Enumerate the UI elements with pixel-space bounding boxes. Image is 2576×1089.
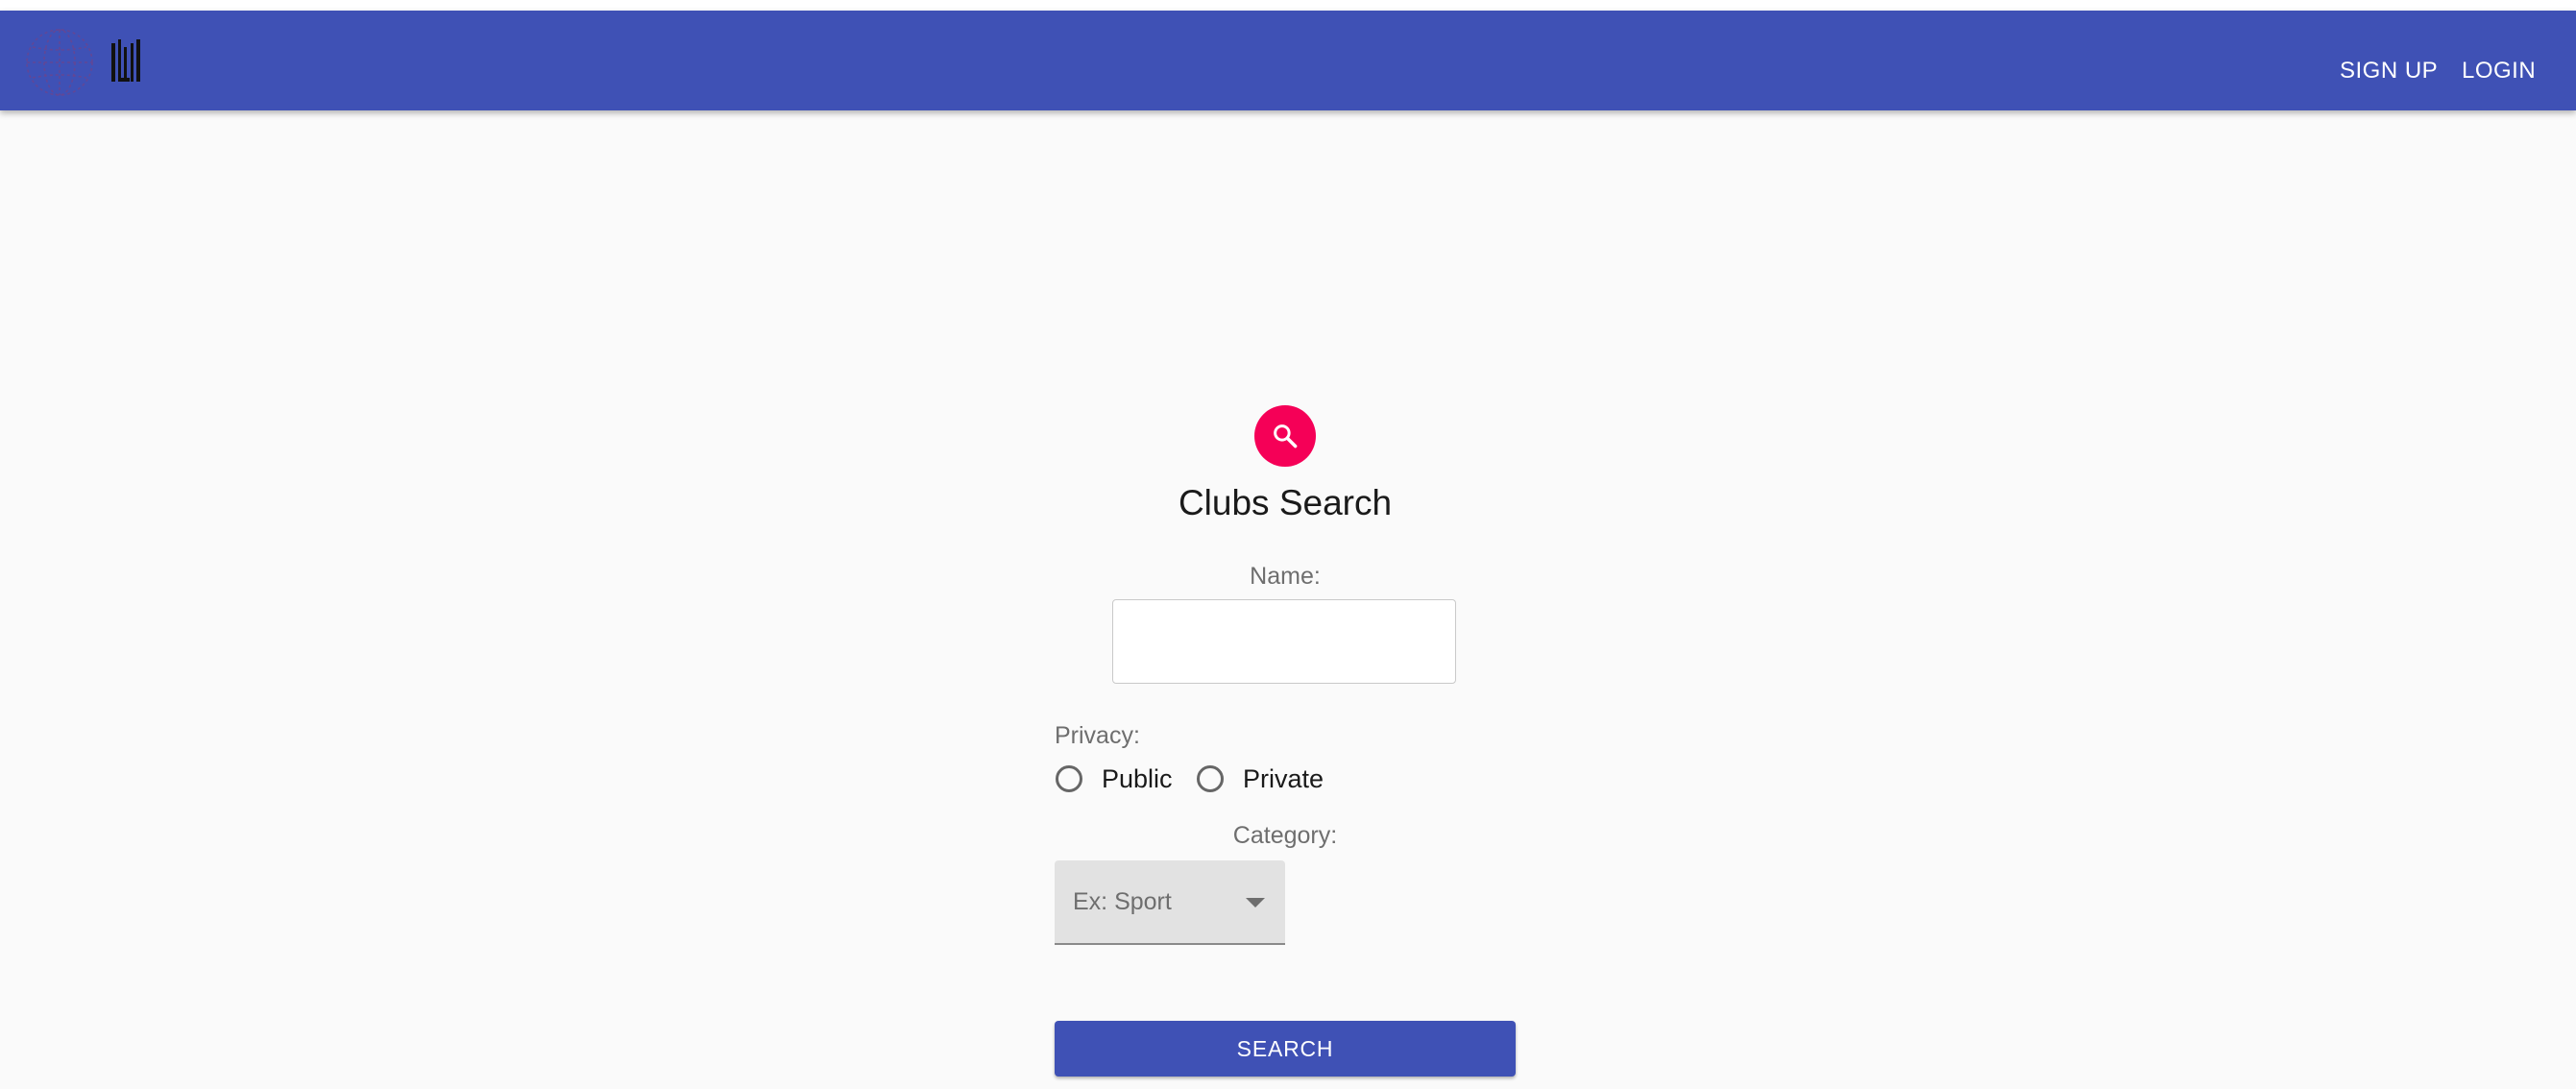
search-icon <box>1274 424 1298 448</box>
privacy-private-label[interactable]: Private <box>1243 763 1324 794</box>
chevron-down-icon <box>1246 898 1265 908</box>
category-label: Category: <box>1232 822 1338 849</box>
login-button[interactable]: LOGIN <box>2462 45 2536 97</box>
privacy-public-label[interactable]: Public <box>1102 763 1173 794</box>
search-avatar <box>1254 405 1316 467</box>
name-label: Name: <box>1250 563 1321 590</box>
page-title: Clubs Search <box>1178 483 1393 522</box>
globe-icon[interactable] <box>21 24 98 101</box>
privacy-public-radio[interactable] <box>1056 765 1082 792</box>
app-bar: SIGN UP LOGIN <box>0 11 2576 110</box>
category-select-placeholder: Ex: Sport <box>1073 888 1172 915</box>
privacy-label: Privacy: <box>1055 722 1140 749</box>
search-button[interactable]: SEARCH <box>1055 1021 1516 1077</box>
category-select[interactable]: Ex: Sport <box>1055 860 1285 945</box>
logo-bars-icon[interactable] <box>111 39 142 84</box>
privacy-private-radio[interactable] <box>1197 765 1224 792</box>
signup-button[interactable]: SIGN UP <box>2340 45 2438 97</box>
window-top-strip <box>0 0 2576 11</box>
name-input[interactable] <box>1112 599 1456 684</box>
